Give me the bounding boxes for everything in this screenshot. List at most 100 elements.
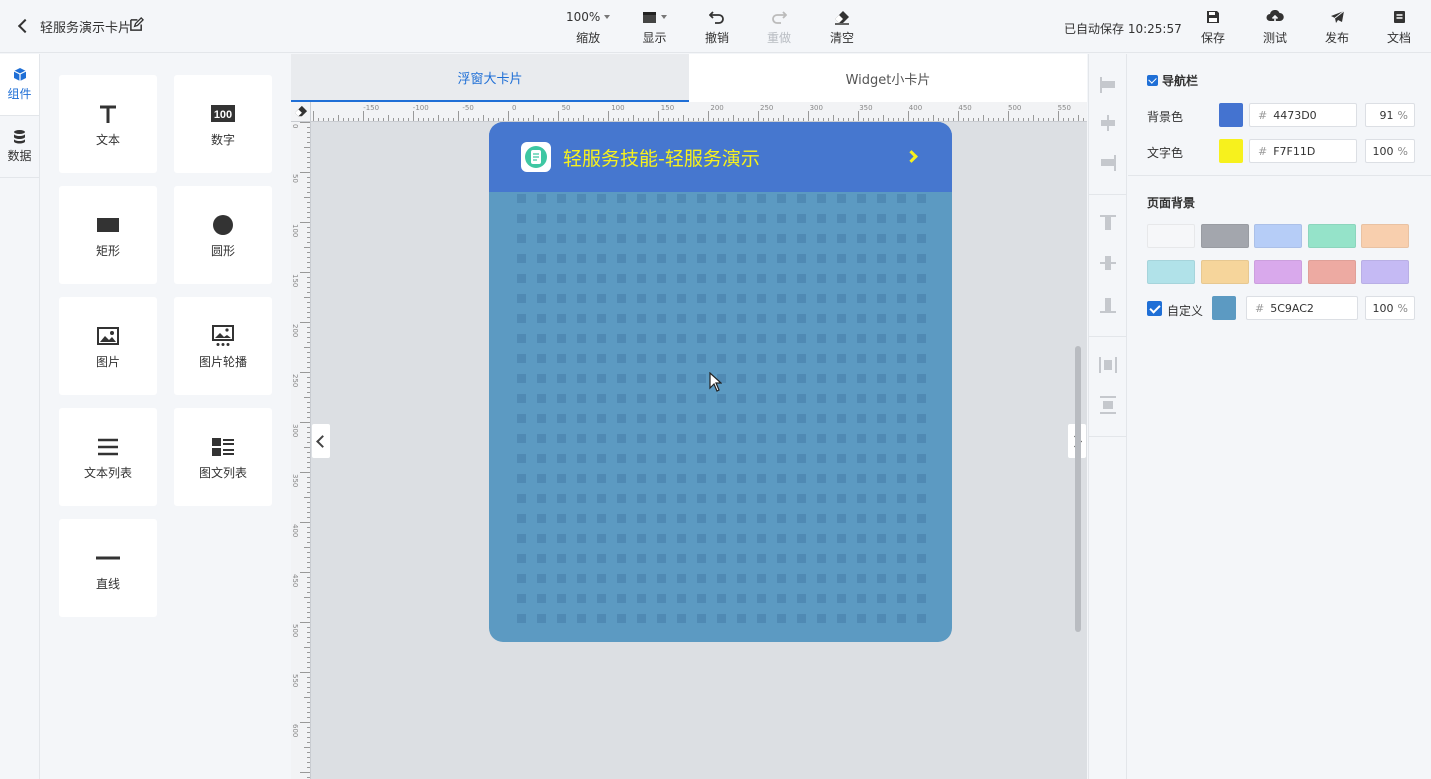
ruler-tick: [668, 118, 669, 121]
component-rectangle[interactable]: 矩形: [59, 186, 157, 284]
ruler-label: -50: [462, 104, 474, 112]
page-bg-swatch[interactable]: [1200, 224, 1249, 248]
rail-data-label: 数据: [7, 149, 32, 163]
text-opacity-input[interactable]: 100%: [1365, 139, 1415, 163]
ruler-tick: [307, 227, 310, 228]
ruler-tick: [300, 272, 310, 273]
align-right-icon[interactable]: [1099, 154, 1117, 172]
percent-label: %: [1397, 144, 1408, 158]
component-text-list[interactable]: 文本列表: [59, 408, 157, 506]
ruler-tick: [698, 118, 699, 121]
page-bg-swatch[interactable]: [1361, 224, 1409, 248]
component-line[interactable]: 直线: [59, 519, 157, 617]
ruler-tick: [463, 118, 464, 121]
ruler-tick: [968, 118, 969, 121]
eraser-icon: [835, 10, 849, 25]
ruler-tick: [307, 332, 310, 333]
save-button[interactable]: 保存: [1201, 8, 1225, 46]
custom-color-swatch[interactable]: [1212, 296, 1236, 320]
edit-icon[interactable]: [129, 17, 144, 32]
back-chevron-icon[interactable]: [14, 16, 32, 36]
ruler-label: 200: [710, 104, 724, 112]
ruler-tick: [304, 747, 310, 748]
page-bg-swatch[interactable]: [1307, 224, 1356, 248]
text-opacity-value: 100: [1372, 144, 1394, 158]
component-number[interactable]: 100 数字: [174, 75, 272, 173]
ruler-tick: [307, 702, 310, 703]
component-panel: 文本 100 数字 矩形 圆形 图片 图片轮播 文本列表 图文列表 直线: [41, 54, 290, 779]
eraser-icon: [294, 105, 308, 117]
page-bg-swatch[interactable]: [1200, 260, 1249, 284]
ruler-tick: [304, 297, 310, 298]
distribute-vertical-icon[interactable]: [1099, 396, 1117, 414]
ruler-label: -100: [412, 104, 429, 112]
ruler-tick: [307, 152, 310, 153]
ruler-tick: [403, 118, 404, 121]
ruler-tick: [307, 457, 310, 458]
ruler-tick: [1018, 118, 1019, 121]
bg-color-swatch[interactable]: [1219, 103, 1243, 127]
text-color-swatch[interactable]: [1219, 139, 1243, 163]
rail-item-data[interactable]: 数据: [0, 116, 39, 178]
ruler-tick: [778, 118, 779, 121]
ruler-tick: [304, 447, 310, 448]
navbar-checkbox[interactable]: [1147, 75, 1158, 86]
publish-button[interactable]: 发布: [1325, 8, 1349, 46]
display-button[interactable]: 显示: [642, 8, 667, 46]
ruler-corner[interactable]: [291, 102, 311, 122]
clear-button[interactable]: 清空: [830, 8, 854, 46]
page-bg-swatch[interactable]: [1147, 224, 1195, 248]
ruler-tick: [848, 118, 849, 121]
component-image-text-list[interactable]: 图文列表: [174, 408, 272, 506]
card-navbar[interactable]: 轻服务技能-轻服务演示: [489, 122, 952, 192]
distribute-horizontal-icon[interactable]: [1099, 356, 1117, 374]
ruler-tick: [693, 118, 694, 121]
page-bg-swatch[interactable]: [1254, 224, 1302, 248]
custom-color-hex-input[interactable]: #5C9AC2: [1246, 296, 1358, 320]
page-bg-swatch[interactable]: [1254, 260, 1302, 284]
tab-widget-card[interactable]: Widget小卡片: [689, 54, 1087, 102]
component-text[interactable]: 文本: [59, 75, 157, 173]
prev-page-button[interactable]: [312, 424, 330, 458]
align-middle-icon[interactable]: [1099, 254, 1117, 272]
bg-opacity-input[interactable]: 91%: [1365, 103, 1415, 127]
text-color-hex-input[interactable]: # F7F11D: [1249, 139, 1357, 163]
ruler-tick: [307, 362, 310, 363]
ruler-tick: [307, 327, 310, 328]
ruler-tick: [307, 662, 310, 663]
custom-bg-checkbox[interactable]: [1147, 301, 1162, 316]
undo-button[interactable]: 撤销: [705, 8, 729, 46]
align-top-icon[interactable]: [1099, 214, 1117, 232]
redo-button[interactable]: 重做: [767, 8, 791, 46]
ruler-tick: [307, 542, 310, 543]
number-icon: 100: [211, 105, 235, 122]
ruler-label: 350: [291, 474, 299, 488]
ruler-tick: [307, 442, 310, 443]
ruler-tick: [843, 118, 844, 121]
ruler-tick: [823, 118, 824, 121]
zoom-control[interactable]: 100% 缩放: [566, 8, 611, 46]
ruler-tick: [307, 412, 310, 413]
test-button[interactable]: 测试: [1263, 8, 1287, 46]
docs-button[interactable]: 文档: [1387, 8, 1411, 46]
component-carousel[interactable]: 图片轮播: [174, 297, 272, 395]
component-circle[interactable]: 圆形: [174, 186, 272, 284]
align-left-icon[interactable]: [1099, 76, 1117, 94]
tab-large-card[interactable]: 浮窗大卡片: [291, 54, 689, 102]
align-bottom-icon[interactable]: [1099, 296, 1117, 314]
rail-item-components[interactable]: 组件: [0, 54, 39, 116]
ruler-tick: [818, 118, 819, 121]
bg-color-hex-input[interactable]: #4473D0: [1249, 103, 1357, 127]
ruler-tick: [304, 197, 310, 198]
ruler-tick: [307, 282, 310, 283]
divider: [1089, 436, 1127, 437]
page-bg-swatch[interactable]: [1361, 260, 1409, 284]
page-bg-swatch[interactable]: [1307, 260, 1356, 284]
canvas-area: 浮窗大卡片 Widget小卡片 -150 -100 -50 0 50 100 150 200 2…: [291, 54, 1087, 779]
align-center-horizontal-icon[interactable]: [1099, 114, 1117, 132]
custom-opacity-input[interactable]: 100%: [1365, 296, 1415, 320]
vertical-scrollbar[interactable]: [1075, 346, 1081, 632]
page-bg-swatch[interactable]: [1147, 260, 1195, 284]
ruler-tick: [307, 357, 310, 358]
component-image[interactable]: 图片: [59, 297, 157, 395]
